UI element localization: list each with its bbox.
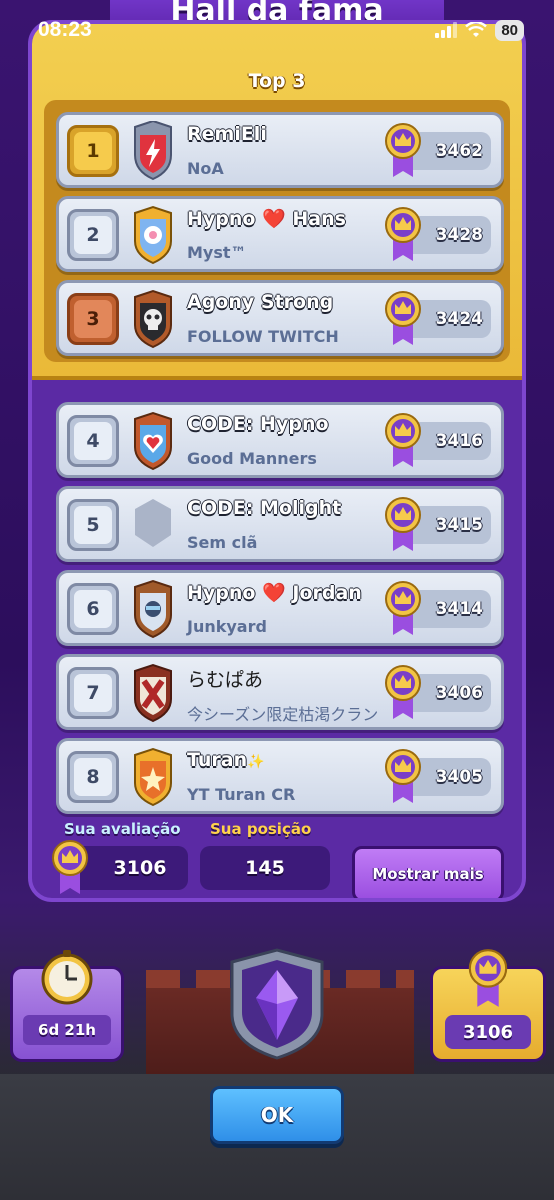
shield-flower-badge [134,205,172,265]
shield-heart-badge [134,411,172,471]
clan-name: YT Turan CR [187,785,296,804]
leaderboard-row-7[interactable]: 7 らむぱあ 今シーズン限定枯渇クラン 3406 [56,654,504,730]
top3-label: Top 3 [248,70,306,92]
player-name-part: Jordan [285,582,362,604]
clan-name: Good Manners [187,449,317,468]
shield-skull-badge [134,289,172,349]
rating-label: Sua avaliação [64,820,181,838]
rank-number: 3 [74,300,112,338]
season-scene: 6d 21h 3106 [0,940,554,1074]
sparkle-icon: ✨ [247,754,265,770]
rank-box: 2 [67,209,119,261]
position-value: 145 [245,857,285,879]
rank-box: 1 [67,125,119,177]
rank-number: 5 [74,506,112,544]
season-timer-card[interactable]: 6d 21h [10,950,124,1062]
crown-medal-icon [52,840,88,894]
signal-icon [435,22,458,38]
rank-box: 4 [67,415,119,467]
leaderboard-row-2[interactable]: 2 Hypno ❤️ Hans Myst™ 3428 [56,196,504,272]
clan-name: Sem clã [187,533,258,552]
leaderboard-row-4[interactable]: 4 CODE: Hypno Good Manners 3416 [56,402,504,478]
trophy-value: 3405 [435,767,483,787]
position-label: Sua posição [210,820,312,838]
crown-medal-icon [385,291,421,345]
rank-box: 7 [67,667,119,719]
league-emblem-icon [230,948,324,1060]
status-bar: 08:23 80 [0,0,554,60]
rank-box: 8 [67,751,119,803]
crown-medal-icon [385,123,421,177]
rank-box: 5 [67,499,119,551]
crown-medal-icon [468,949,508,1007]
crown-medal-icon [385,207,421,261]
trophy-value: 3415 [435,515,483,535]
position-value-box: 145 [200,846,330,890]
leaderboard-row-5[interactable]: 5 CODE: Molight Sem clã 3415 [56,486,504,562]
clan-name: Myst™ [187,243,247,262]
crown-medal-icon [385,497,421,551]
trophy-value: 3428 [435,225,483,245]
leaderboard-panel: Top 3 1 RemiEli NoA 3462 2 Hypno ❤️ Hans [28,20,526,902]
rank-box: 6 [67,583,119,635]
player-name: CODE: Molight [187,497,342,519]
player-name: CODE: Hypno [187,413,329,435]
trophy-value: 3406 [435,683,483,703]
shield-empty-badge [135,499,171,547]
rank-number: 8 [74,758,112,796]
rating-value: 3106 [113,857,167,879]
crown-medal-icon [385,581,421,635]
battery-icon: 80 [495,19,524,41]
crown-medal-icon [385,413,421,467]
clan-name: FOLLOW TWITCH [187,327,339,346]
trophy-value: 3414 [435,599,483,619]
clan-name: 今シーズン限定枯渇クラン [187,705,379,724]
season-trophy-value: 3106 [445,1015,531,1049]
bottom-bar: OK [0,1074,554,1200]
shield-lightning-badge [134,121,172,181]
rank-number: 2 [74,216,112,254]
crown-medal-icon [385,665,421,719]
wifi-icon [465,22,488,37]
shield-star-badge [134,747,172,807]
clan-name: NoA [187,159,224,178]
season-trophy-card[interactable]: 3106 [430,949,546,1062]
clan-name: Junkyard [187,617,267,636]
heart-icon: ❤️ [262,582,286,604]
heart-icon: ❤️ [262,208,286,230]
leaderboard-row-3[interactable]: 3 Agony Strong FOLLOW TWITCH 3424 [56,280,504,356]
rank-number: 6 [74,590,112,628]
player-name-part: Hypno [187,582,263,604]
rank-number: 4 [74,422,112,460]
player-name: RemiEli [187,123,267,145]
shield-face-badge [134,579,172,639]
player-name-part: Turan [187,749,248,771]
player-name-part: Hypno [187,208,263,230]
stopwatch-icon [41,950,93,1005]
trophy-value: 3416 [435,431,483,451]
player-name-part: Hans [285,208,346,230]
season-timer-value: 6d 21h [23,1015,111,1045]
clock: 08:23 [38,18,92,41]
leaderboard-row-1[interactable]: 1 RemiEli NoA 3462 [56,112,504,188]
player-name: Hypno ❤️ Jordan [187,581,362,604]
rank-number: 7 [74,674,112,712]
status-icons: 80 [435,19,524,41]
rank-number: 1 [74,132,112,170]
rank-box: 3 [67,293,119,345]
player-name: Turan✨ [187,749,265,771]
shield-cross-badge [134,663,172,723]
ok-button[interactable]: OK [210,1086,344,1144]
leaderboard-row-6[interactable]: 6 Hypno ❤️ Jordan Junkyard 3414 [56,570,504,646]
trophy-value: 3424 [435,309,483,329]
leaderboard-row-8[interactable]: 8 Turan✨ YT Turan CR 3405 [56,738,504,814]
trophy-value: 3462 [435,141,483,161]
player-name: Agony Strong [187,291,334,313]
show-more-button[interactable]: Mostrar mais [352,846,504,898]
player-name: らむぱあ [187,669,264,691]
crown-medal-icon [385,749,421,803]
player-name: Hypno ❤️ Hans [187,207,346,230]
